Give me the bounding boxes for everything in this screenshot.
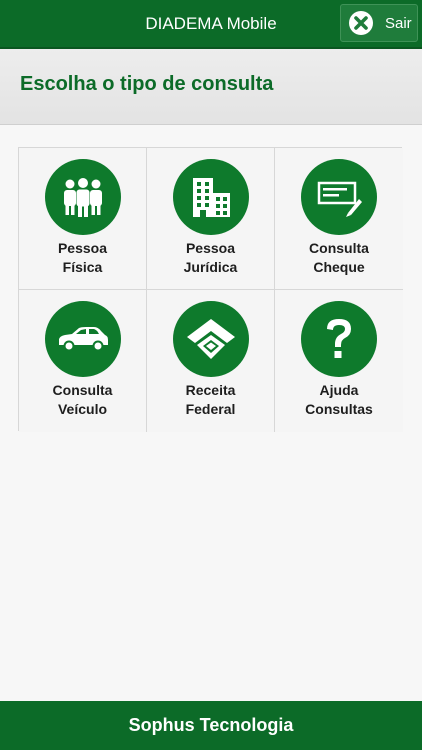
car-icon [45,301,121,377]
footer-text: Sophus Tecnologia [128,715,294,735]
buildings-icon [173,159,249,235]
tile-pessoa-fisica[interactable]: Pessoa Física [19,148,147,290]
close-icon [348,10,374,36]
tile-consulta-veiculo[interactable]: Consulta Veículo [19,290,147,432]
receita-federal-icon [173,301,249,377]
page-title: Escolha o tipo de consulta [20,73,274,95]
tile-label: Pessoa Jurídica [183,240,238,275]
tile-pessoa-juridica[interactable]: Pessoa Jurídica [147,148,275,290]
check-pen-icon [301,159,377,235]
tile-consulta-cheque[interactable]: Consulta Cheque [275,148,403,290]
consult-grid: Pessoa Física Pessoa Jurídica Consulta C… [18,147,403,432]
tile-label: Pessoa Física [57,240,108,275]
footer: Sophus Tecnologia [0,701,422,750]
exit-button[interactable]: Sair [340,4,418,42]
tile-label: Consulta Veículo [52,382,113,417]
exit-label: Sair [385,14,412,32]
tile-label: Ajuda Consultas [305,382,373,417]
tile-label: Consulta Cheque [309,240,369,275]
top-bar: DIADEMA Mobile Sair [0,0,422,49]
tile-receita-federal[interactable]: Receita Federal [147,290,275,432]
tile-ajuda-consultas[interactable]: Ajuda Consultas [275,290,403,432]
question-icon [301,301,377,377]
tile-label: Receita Federal [185,382,236,417]
header-strip: Escolha o tipo de consulta [0,49,422,125]
people-icon [45,159,121,235]
